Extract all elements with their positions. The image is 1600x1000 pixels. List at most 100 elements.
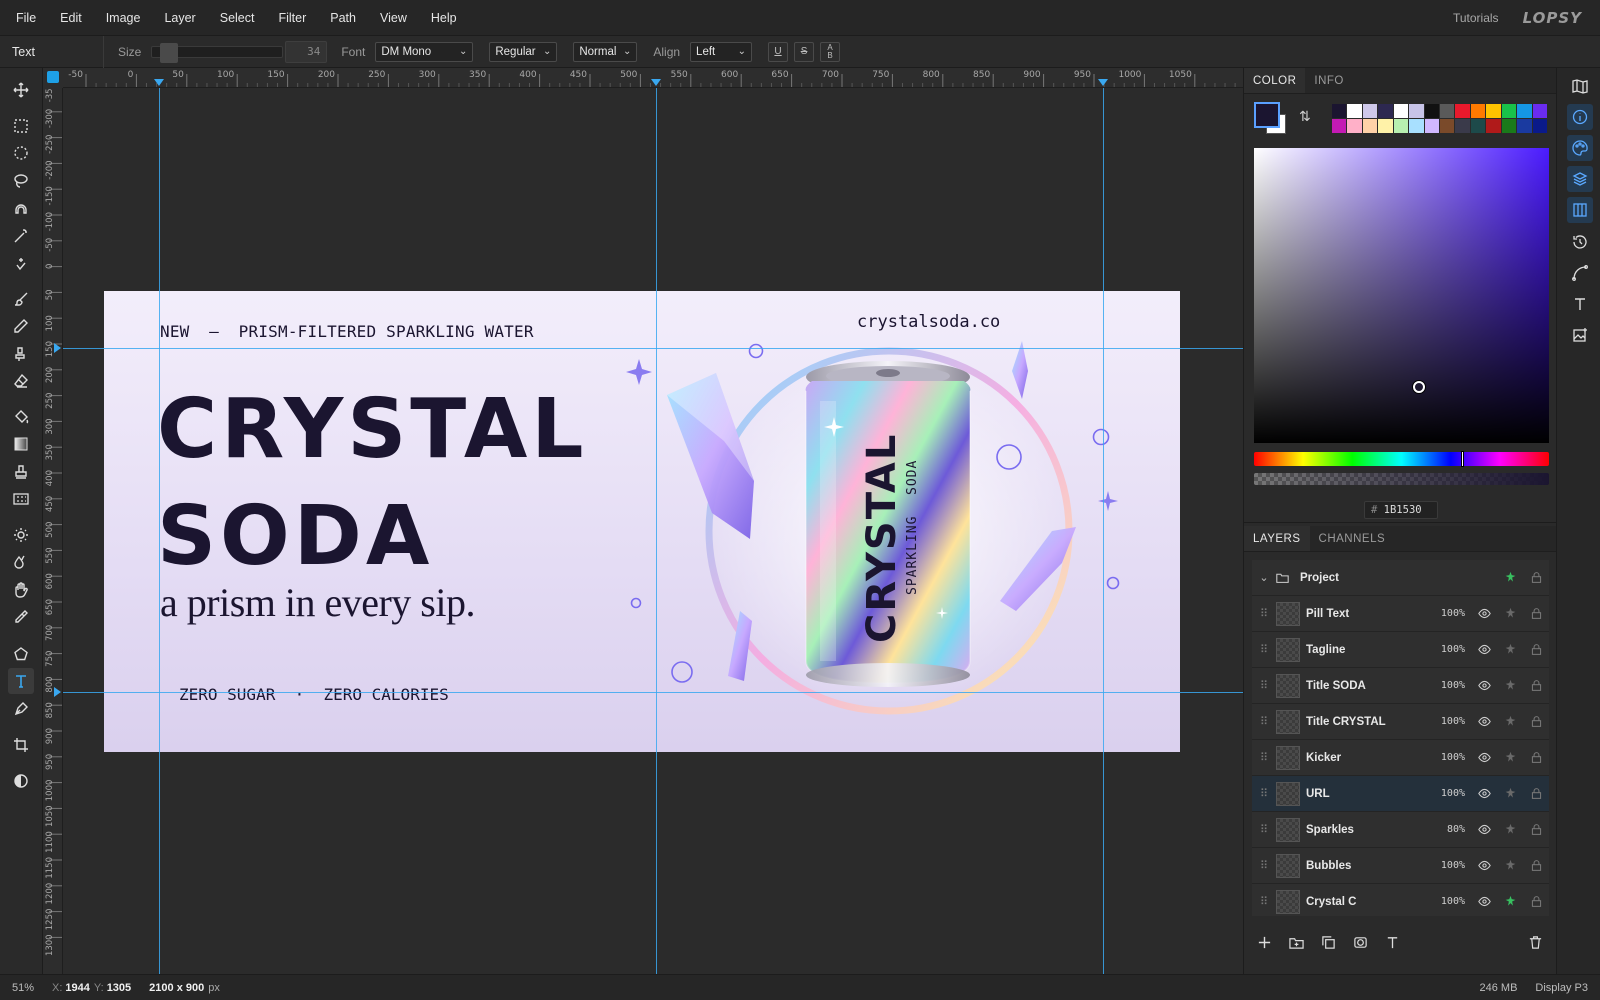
color-swatch[interactable]: [1517, 104, 1532, 118]
color-picker-cursor[interactable]: [1413, 380, 1426, 393]
menu-help[interactable]: Help: [419, 11, 469, 25]
clone-stamp-tool[interactable]: [8, 341, 34, 367]
new-group-button[interactable]: [1280, 935, 1312, 950]
size-slider-handle[interactable]: [160, 42, 179, 63]
color-swatch[interactable]: [1517, 119, 1532, 133]
layer-row[interactable]: ⠿ Crystal C 100%: [1252, 884, 1549, 916]
saturation-value-picker[interactable]: [1254, 148, 1549, 443]
fx-icon[interactable]: [1497, 859, 1523, 872]
hue-slider-handle[interactable]: [1460, 451, 1464, 467]
fx-icon[interactable]: [1497, 679, 1523, 692]
ellipse-select-tool[interactable]: [8, 140, 34, 166]
guide-horizontal[interactable]: [63, 692, 1243, 693]
magnetic-lasso-tool[interactable]: [8, 196, 34, 222]
duplicate-layer-button[interactable]: [1312, 935, 1344, 950]
navigator-panel-button[interactable]: [1567, 73, 1593, 99]
layer-row[interactable]: ⠿ URL 100%: [1252, 776, 1549, 812]
fx-icon[interactable]: [1497, 715, 1523, 728]
text-tool[interactable]: [8, 668, 34, 694]
lock-icon[interactable]: [1523, 607, 1549, 620]
drag-handle-icon[interactable]: ⠿: [1252, 895, 1276, 908]
menu-file[interactable]: File: [0, 11, 48, 25]
eye-icon[interactable]: [1471, 823, 1497, 836]
add-text-layer-button[interactable]: [1376, 935, 1408, 950]
rect-select-tool[interactable]: [8, 113, 34, 139]
drag-handle-icon[interactable]: ⠿: [1252, 643, 1276, 656]
color-swatch[interactable]: [1501, 104, 1517, 118]
layer-group-project[interactable]: ⌄ Project: [1252, 560, 1549, 596]
color-swatch[interactable]: [1409, 119, 1424, 133]
color-swatch[interactable]: [1332, 119, 1347, 133]
menu-edit[interactable]: Edit: [48, 11, 94, 25]
tab-layers[interactable]: LAYERS: [1244, 526, 1310, 551]
foreground-color-swatch[interactable]: [1254, 102, 1280, 128]
guide-vertical[interactable]: [159, 88, 160, 974]
color-swatch[interactable]: [1393, 119, 1409, 133]
guide-marker[interactable]: [54, 687, 61, 697]
channels-panel-button[interactable]: [1567, 197, 1593, 223]
guide-vertical[interactable]: [656, 88, 657, 974]
layer-row[interactable]: ⠿ Title CRYSTAL 100%: [1252, 704, 1549, 740]
layers-panel-button[interactable]: [1567, 166, 1593, 192]
title-soda-layer[interactable]: SODA: [157, 491, 433, 583]
lock-icon[interactable]: [1523, 751, 1549, 764]
layer-row[interactable]: ⠿ Bubbles 100%: [1252, 848, 1549, 884]
color-panel-button[interactable]: [1567, 135, 1593, 161]
color-swatch[interactable]: [1424, 119, 1439, 133]
color-swatch[interactable]: [1501, 119, 1517, 133]
zoom-level[interactable]: 51%: [12, 982, 48, 994]
drag-handle-icon[interactable]: ⠿: [1252, 679, 1276, 692]
lock-icon[interactable]: [1523, 715, 1549, 728]
paths-panel-button[interactable]: [1567, 260, 1593, 286]
color-swatch[interactable]: [1486, 104, 1501, 118]
color-swatch[interactable]: [1440, 119, 1455, 133]
size-slider[interactable]: [151, 42, 284, 63]
eye-icon[interactable]: [1471, 607, 1497, 620]
menu-layer[interactable]: Layer: [152, 11, 207, 25]
drag-handle-icon[interactable]: ⠿: [1252, 787, 1276, 800]
lock-icon[interactable]: [1523, 823, 1549, 836]
pill-text-layer[interactable]: ZERO SUGAR · ZERO CALORIES: [179, 685, 449, 704]
menu-view[interactable]: View: [368, 11, 419, 25]
eye-icon[interactable]: [1471, 715, 1497, 728]
blend-mode-select[interactable]: Normal ⌄: [573, 41, 638, 62]
lock-icon[interactable]: [1523, 859, 1549, 872]
tab-channels[interactable]: CHANNELS: [1310, 526, 1395, 551]
paint-bucket-tool[interactable]: [8, 404, 34, 430]
title-crystal-layer[interactable]: CRYSTAL: [157, 384, 588, 476]
color-swatch[interactable]: [1362, 119, 1378, 133]
color-swatch[interactable]: [1332, 104, 1347, 118]
swap-colors-icon[interactable]: ⇅: [1299, 108, 1311, 125]
menu-image[interactable]: Image: [94, 11, 153, 25]
guide-marker[interactable]: [651, 79, 661, 86]
drag-handle-icon[interactable]: ⠿: [1252, 751, 1276, 764]
pen-tool[interactable]: [8, 696, 34, 722]
alpha-slider[interactable]: [1254, 473, 1549, 485]
color-swatch[interactable]: [1409, 104, 1424, 118]
menu-filter[interactable]: Filter: [266, 11, 318, 25]
underline-button[interactable]: U: [768, 41, 789, 62]
lock-icon[interactable]: [1523, 571, 1549, 584]
document-canvas[interactable]: CRYSTAL SPARKLING SODA NEW — PRISM-FILTE…: [104, 291, 1180, 752]
tutorials-link[interactable]: Tutorials: [1453, 11, 1499, 25]
eye-icon[interactable]: [1471, 859, 1497, 872]
crop-tool[interactable]: [8, 732, 34, 758]
eye-icon[interactable]: [1471, 787, 1497, 800]
fx-icon[interactable]: [1497, 751, 1523, 764]
pattern-tool[interactable]: [8, 486, 34, 512]
fx-icon[interactable]: [1497, 823, 1523, 836]
color-swatch[interactable]: [1347, 104, 1362, 118]
horizontal-ruler[interactable]: -50 0 50 100 150 200 250 300 350 400 450 500 550 600 6…: [63, 68, 1243, 88]
strikethrough-button[interactable]: S: [794, 41, 815, 62]
burn-tool[interactable]: [8, 549, 34, 575]
quick-select-tool[interactable]: [8, 250, 34, 276]
layer-row[interactable]: ⠿ Kicker 100%: [1252, 740, 1549, 776]
drag-handle-icon[interactable]: ⠿: [1252, 715, 1276, 728]
align-select[interactable]: Left ⌄: [690, 41, 753, 62]
mask-button[interactable]: [1344, 935, 1376, 950]
hue-slider[interactable]: [1254, 451, 1549, 467]
menu-select[interactable]: Select: [208, 11, 267, 25]
color-swatch[interactable]: [1455, 119, 1470, 133]
eye-icon[interactable]: [1471, 643, 1497, 656]
color-swatch[interactable]: [1393, 104, 1409, 118]
